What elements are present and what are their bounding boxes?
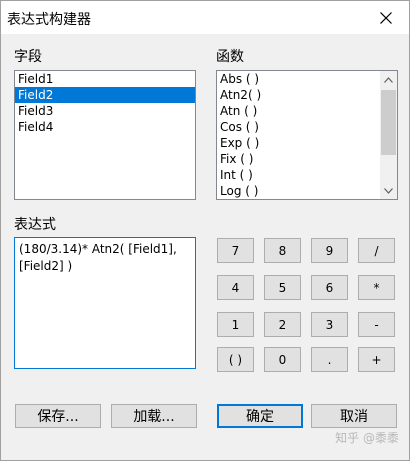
expression-input[interactable]: (180/3.14)* Atn2( [Field1], [Field2] ) bbox=[14, 237, 196, 369]
save-button[interactable]: 保存... bbox=[15, 404, 101, 428]
key-1-button[interactable]: 1 bbox=[217, 312, 254, 337]
function-list-item[interactable]: Abs ( ) bbox=[217, 71, 380, 87]
key-decimal-button[interactable]: . bbox=[311, 347, 348, 372]
key-parentheses-button[interactable]: ( ) bbox=[217, 347, 254, 372]
chevron-down-icon bbox=[384, 187, 393, 194]
close-button[interactable] bbox=[363, 1, 409, 35]
key-subtract-button[interactable]: - bbox=[358, 312, 395, 337]
key-4-button[interactable]: 4 bbox=[217, 275, 254, 300]
function-list-item[interactable]: Log ( ) bbox=[217, 183, 380, 199]
expression-label: 表达式 bbox=[14, 217, 56, 233]
key-9-button[interactable]: 9 bbox=[311, 238, 348, 263]
functions-label: 函数 bbox=[216, 49, 244, 65]
field-list-item[interactable]: Field1 bbox=[15, 71, 195, 87]
scroll-down-button[interactable] bbox=[380, 182, 397, 199]
key-0-button[interactable]: 0 bbox=[264, 347, 301, 372]
window-title: 表达式构建器 bbox=[7, 12, 91, 28]
function-list-item[interactable]: Atn2( ) bbox=[217, 87, 380, 103]
expression-builder-dialog: 表达式构建器 字段 Field1 Field2 Field3 Field4 函数 Ab… bbox=[0, 0, 410, 461]
scroll-up-button[interactable] bbox=[380, 71, 397, 88]
key-6-button[interactable]: 6 bbox=[311, 275, 348, 300]
key-3-button[interactable]: 3 bbox=[311, 312, 348, 337]
watermark: 知乎 @黍黍 bbox=[335, 431, 399, 445]
cancel-button[interactable]: 取消 bbox=[311, 404, 397, 428]
functions-list[interactable]: Abs ( ) Atn2( ) Atn ( ) Cos ( ) Exp ( ) Fix (… bbox=[216, 70, 398, 200]
key-7-button[interactable]: 7 bbox=[217, 238, 254, 263]
ok-button[interactable]: 确定 bbox=[217, 404, 303, 428]
field-list-item[interactable]: Field4 bbox=[15, 119, 195, 135]
function-list-item[interactable]: Fix ( ) bbox=[217, 151, 380, 167]
key-8-button[interactable]: 8 bbox=[264, 238, 301, 263]
functions-scrollbar[interactable] bbox=[380, 71, 397, 199]
fields-label: 字段 bbox=[14, 49, 42, 65]
title-bar: 表达式构建器 bbox=[1, 1, 409, 35]
function-list-item[interactable]: Int ( ) bbox=[217, 167, 380, 183]
key-5-button[interactable]: 5 bbox=[264, 275, 301, 300]
load-button[interactable]: 加载... bbox=[111, 404, 197, 428]
chevron-up-icon bbox=[384, 76, 393, 83]
function-list-item[interactable]: Atn ( ) bbox=[217, 103, 380, 119]
scroll-thumb[interactable] bbox=[381, 90, 396, 155]
fields-list[interactable]: Field1 Field2 Field3 Field4 bbox=[14, 70, 196, 200]
key-add-button[interactable]: + bbox=[358, 347, 395, 372]
function-list-item[interactable]: Exp ( ) bbox=[217, 135, 380, 151]
key-divide-button[interactable]: / bbox=[358, 238, 395, 263]
key-multiply-button[interactable]: * bbox=[358, 275, 395, 300]
close-icon bbox=[380, 12, 392, 24]
field-list-item[interactable]: Field3 bbox=[15, 103, 195, 119]
function-list-item[interactable]: Cos ( ) bbox=[217, 119, 380, 135]
field-list-item[interactable]: Field2 bbox=[15, 87, 195, 103]
key-2-button[interactable]: 2 bbox=[264, 312, 301, 337]
